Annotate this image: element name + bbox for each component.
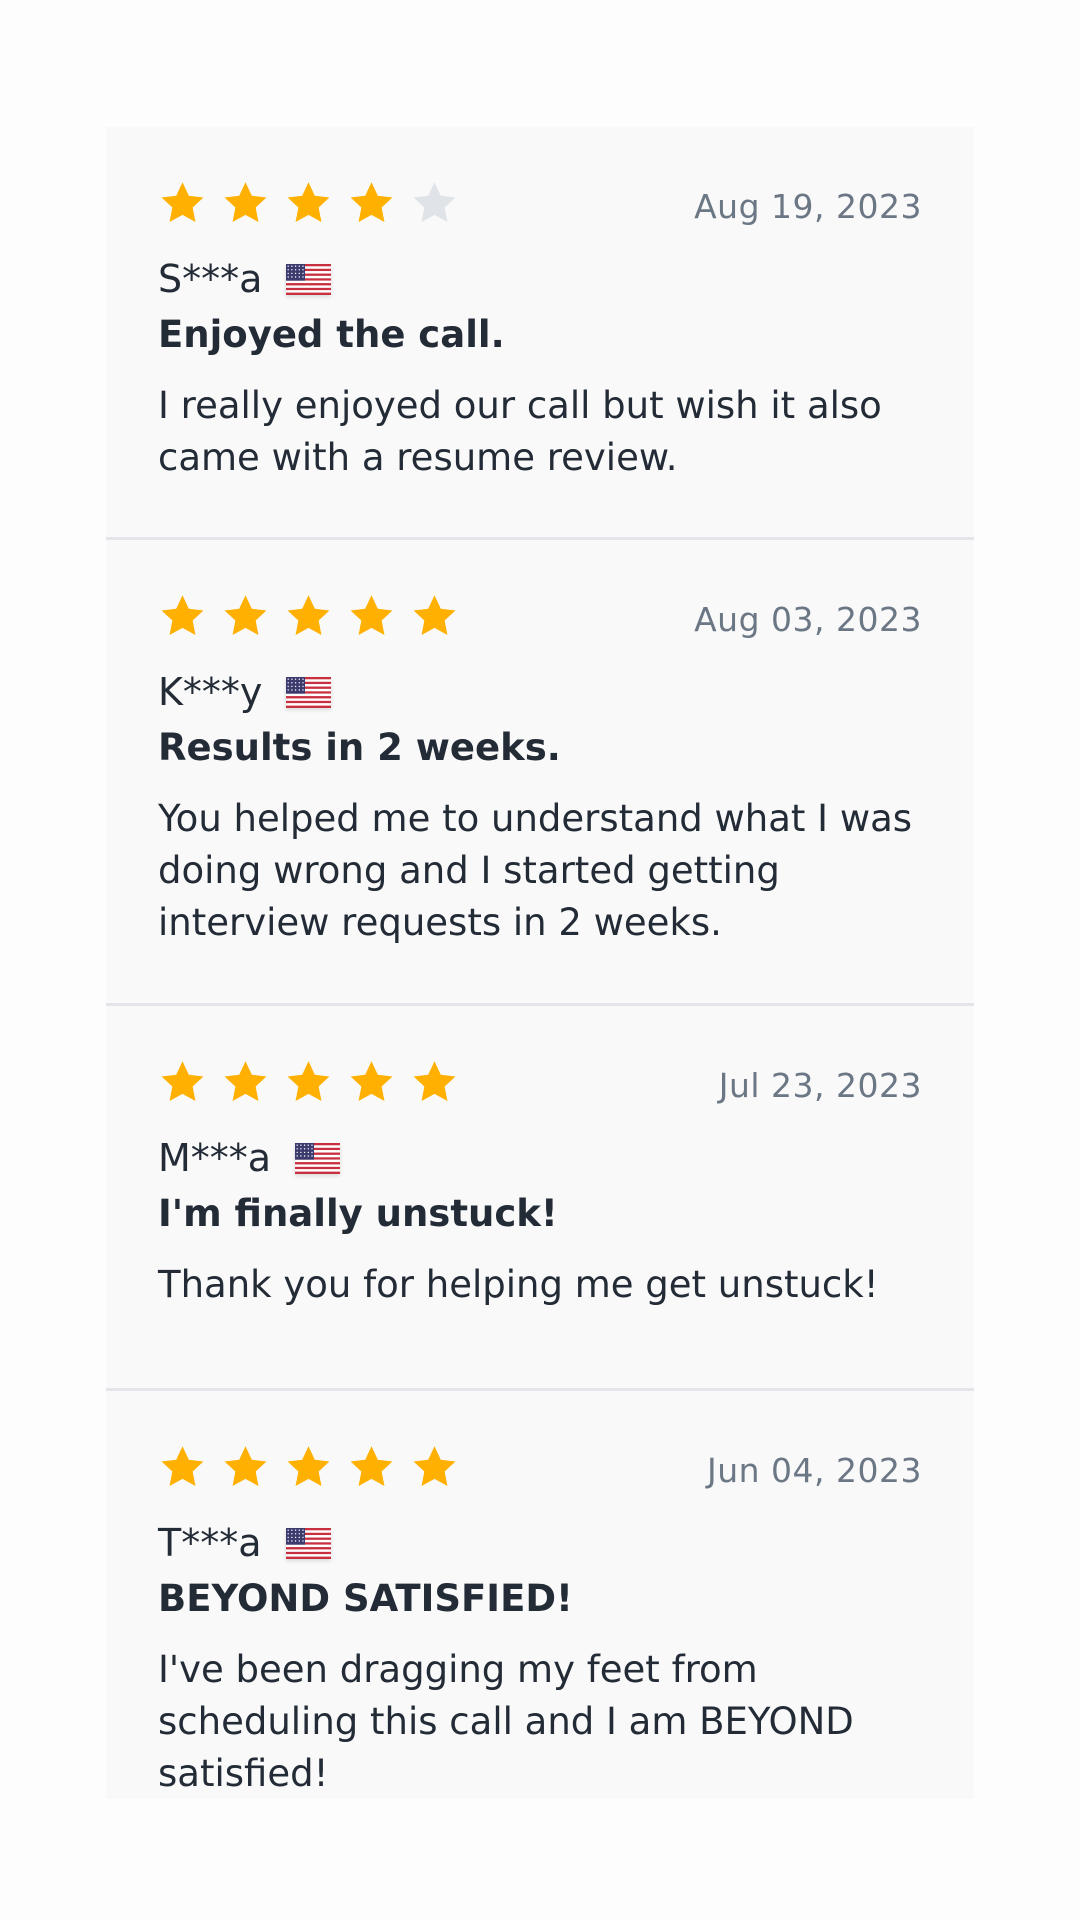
star-filled-icon <box>413 1061 456 1101</box>
reviewer-name: K***y <box>158 670 263 714</box>
star-filled-icon <box>350 595 393 635</box>
us-flag-icon <box>295 1142 341 1174</box>
star-filled-icon <box>413 595 456 635</box>
review-card: Jun 04, 2023 T***a BEYOND SATISFIED! I'v… <box>106 1388 974 1799</box>
star-rating <box>158 1443 459 1492</box>
us-flag-icon <box>285 1527 331 1559</box>
review-card: Jul 23, 2023 M***a I'm finally unstuck! … <box>106 1003 974 1388</box>
review-card: Aug 19, 2023 S***a Enjoyed the call. I r… <box>106 127 974 537</box>
review-date: Jul 23, 2023 <box>718 1066 922 1105</box>
reviewer-name: T***a <box>158 1521 262 1565</box>
review-text: Thank you for helping me get unstuck! <box>158 1263 879 1306</box>
review-card: Aug 03, 2023 K***y Results in 2 weeks. Y… <box>106 537 974 1003</box>
reviewer: M***a <box>158 1136 341 1180</box>
star-filled-icon <box>224 595 267 635</box>
reviewer-name: M***a <box>158 1136 272 1180</box>
review-text: You helped me to understand what I was d… <box>158 797 913 944</box>
star-filled-icon <box>161 595 204 635</box>
star-filled-icon <box>224 1061 267 1101</box>
star-filled-icon <box>413 1446 456 1486</box>
reviewer: S***a <box>158 257 332 301</box>
review-text: I've been dragging my feet from scheduli… <box>158 1648 854 1795</box>
us-flag-icon <box>286 676 332 708</box>
review-header: Jul 23, 2023 <box>158 1058 922 1118</box>
review-title: Results in 2 weeks. <box>158 726 561 769</box>
star-rating <box>158 592 459 641</box>
star-filled-icon <box>287 595 330 635</box>
reviewer: K***y <box>158 670 332 714</box>
review-date: Jun 04, 2023 <box>706 1451 922 1490</box>
star-filled-icon <box>287 1446 330 1486</box>
star-filled-icon <box>161 182 204 222</box>
star-filled-icon <box>224 1446 267 1486</box>
star-empty-icon <box>413 182 456 222</box>
star-filled-icon <box>161 1446 204 1486</box>
star-filled-icon <box>287 182 330 222</box>
us-flag-icon <box>286 263 332 295</box>
review-text: I really enjoyed our call but wish it al… <box>158 384 882 479</box>
star-filled-icon <box>287 1061 330 1101</box>
star-rating <box>158 1058 459 1107</box>
reviews-list: Aug 19, 2023 S***a Enjoyed the call. I r… <box>106 127 974 1799</box>
reviewer-name: S***a <box>158 257 263 301</box>
star-filled-icon <box>224 182 267 222</box>
review-header: Aug 03, 2023 <box>158 592 922 652</box>
star-filled-icon <box>161 1061 204 1101</box>
review-title: Enjoyed the call. <box>158 313 505 356</box>
review-title: BEYOND SATISFIED! <box>158 1577 573 1620</box>
review-date: Aug 03, 2023 <box>694 600 922 639</box>
review-header: Aug 19, 2023 <box>158 179 922 239</box>
review-date: Aug 19, 2023 <box>694 187 922 226</box>
reviewer: T***a <box>158 1521 331 1565</box>
star-rating <box>158 179 459 228</box>
review-title: I'm finally unstuck! <box>158 1192 558 1235</box>
star-filled-icon <box>350 1446 393 1486</box>
review-header: Jun 04, 2023 <box>158 1443 922 1503</box>
star-filled-icon <box>350 182 393 222</box>
star-filled-icon <box>350 1061 393 1101</box>
